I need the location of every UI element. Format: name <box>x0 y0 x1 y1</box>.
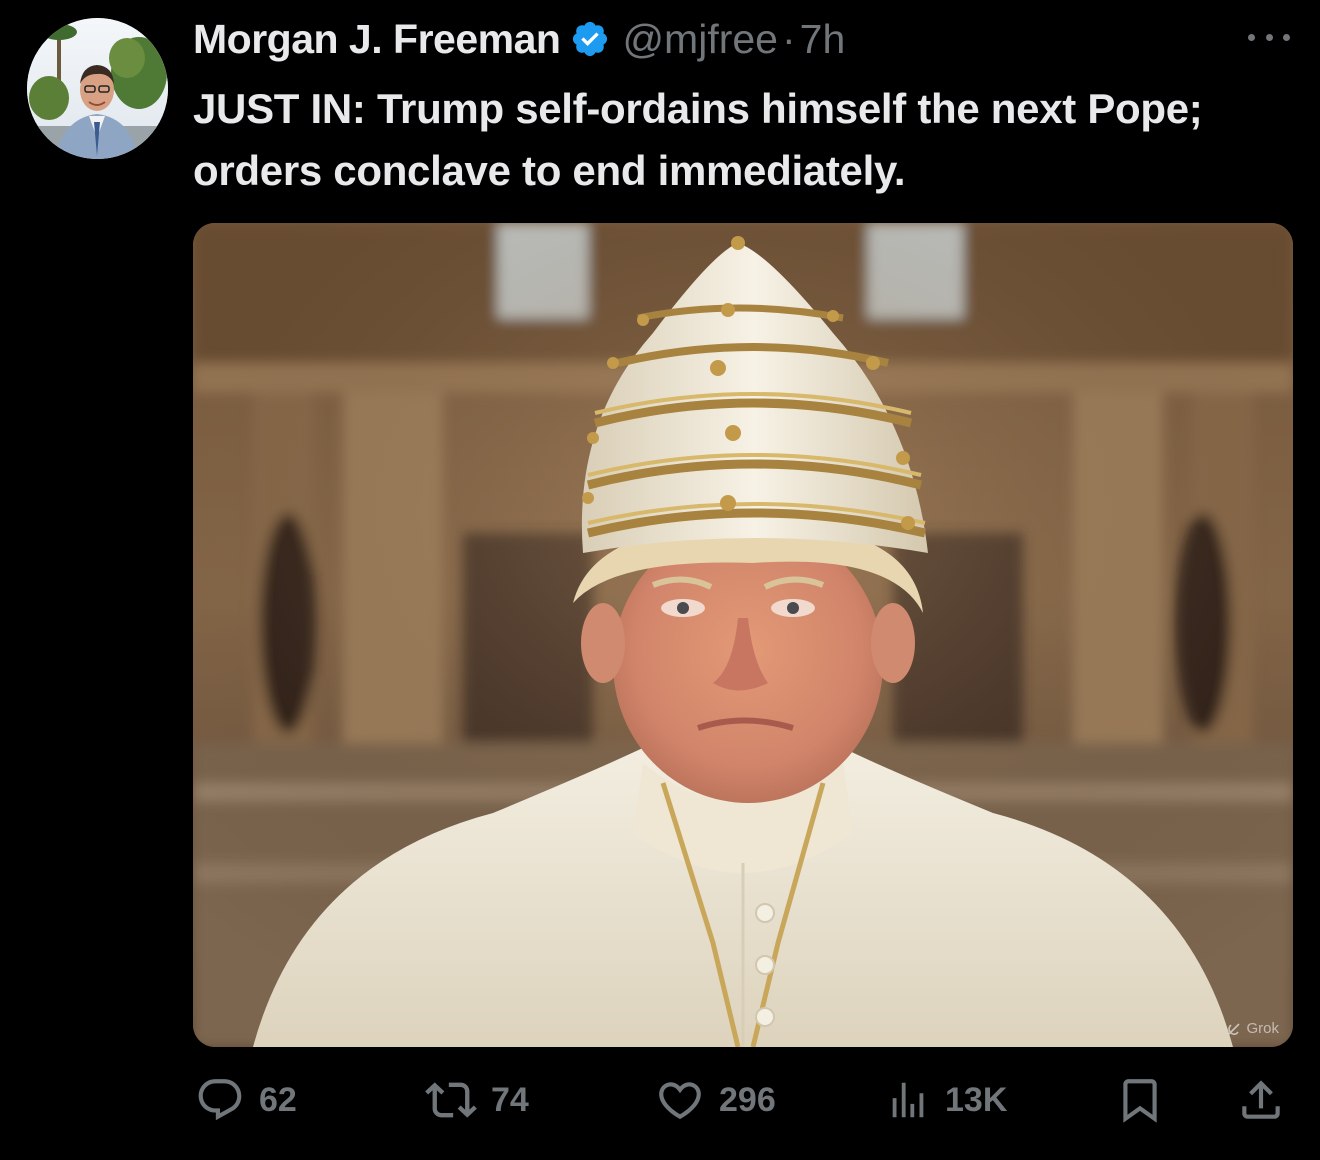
post-timestamp[interactable]: 7h <box>800 14 846 64</box>
post-text: JUST IN: Trump self-ordains himself the … <box>193 85 1203 194</box>
more-options-icon[interactable] <box>1248 22 1290 52</box>
views-button[interactable]: 13K <box>885 1070 1007 1130</box>
ai-watermark: Grok <box>1226 1020 1279 1037</box>
grok-logo-icon <box>1228 1022 1241 1035</box>
post-action-bar: 62 74 296 13K <box>0 1070 1320 1130</box>
post-image[interactable]: Grok <box>193 223 1293 1047</box>
repost-count: 74 <box>491 1080 529 1119</box>
author-avatar[interactable] <box>27 18 168 159</box>
header-separator: · <box>781 16 796 62</box>
post-header: Morgan J. Freeman @mjfree · 7h <box>193 14 845 64</box>
reply-count: 62 <box>259 1080 297 1119</box>
author-handle[interactable]: @mjfree <box>622 14 778 64</box>
verified-badge-icon[interactable] <box>570 19 610 59</box>
heart-icon <box>659 1082 701 1120</box>
like-count: 296 <box>719 1080 776 1119</box>
reply-button[interactable]: 62 <box>195 1070 297 1130</box>
share-button[interactable] <box>1236 1070 1286 1130</box>
more-dot <box>1283 33 1290 41</box>
more-dot <box>1265 33 1273 41</box>
more-dot <box>1248 33 1255 41</box>
bookmark-button[interactable] <box>1115 1070 1165 1130</box>
repost-button[interactable]: 74 <box>425 1070 529 1130</box>
ai-watermark-label: Grok <box>1246 1020 1279 1037</box>
share-upload-icon <box>1242 1080 1280 1119</box>
author-name[interactable]: Morgan J. Freeman <box>193 14 561 64</box>
views-count: 13K <box>945 1080 1008 1119</box>
reply-bubble-icon <box>198 1079 242 1121</box>
bookmark-icon <box>1123 1079 1157 1123</box>
repost-arrows-icon <box>425 1082 477 1118</box>
analytics-bars-icon <box>892 1082 924 1118</box>
like-button[interactable]: 296 <box>655 1070 776 1130</box>
